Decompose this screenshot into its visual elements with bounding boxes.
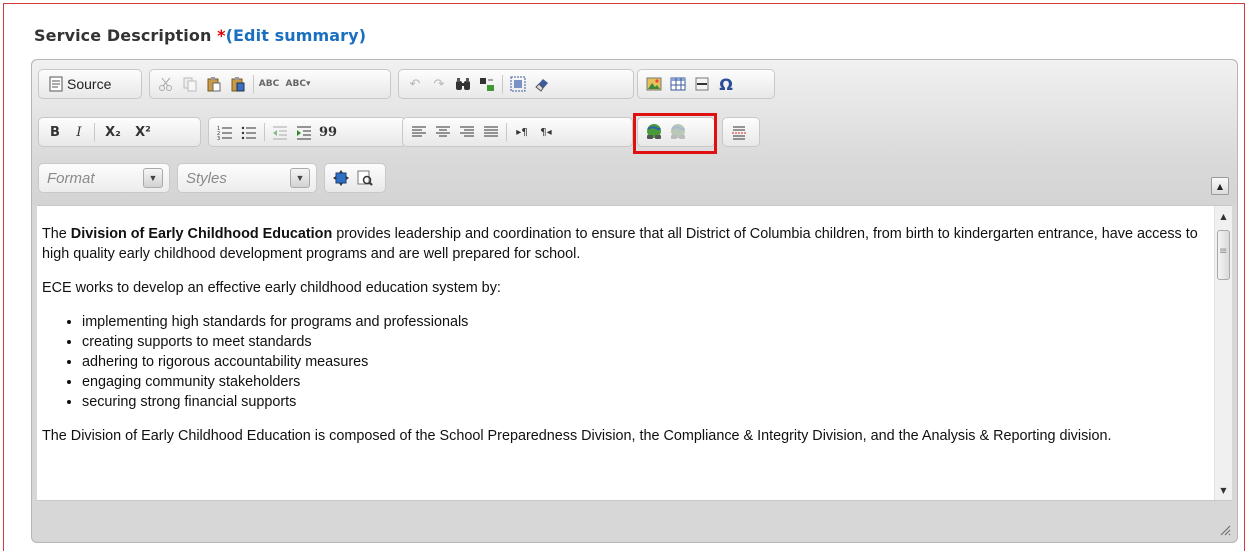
editor-content-area[interactable]: The Division of Early Childhood Educatio… [37, 205, 1232, 501]
cut-icon[interactable] [154, 72, 178, 96]
separator [506, 123, 507, 141]
toolbar-group-clipboard: ABC ABC ▾ [149, 69, 391, 99]
highlighted-link-tools [633, 113, 717, 154]
collapse-toolbar-button[interactable]: ▲ [1211, 177, 1229, 195]
align-left-icon[interactable] [407, 120, 431, 144]
justify-icon[interactable] [479, 120, 503, 144]
separator [264, 123, 265, 141]
table-icon[interactable] [666, 72, 690, 96]
source-icon [49, 76, 63, 92]
numbered-list-icon[interactable]: 123 [213, 120, 237, 144]
scroll-thumb[interactable] [1217, 230, 1230, 280]
format-placeholder: Format [47, 169, 95, 187]
toolbar-group-basic-styles: B I X₂ X² [38, 117, 201, 147]
toolbar-group-editing: ↶ ↷ [398, 69, 634, 99]
replace-icon[interactable] [475, 72, 499, 96]
list-item: securing strong financial supports [82, 392, 1202, 412]
show-blocks-icon[interactable] [353, 166, 377, 190]
field-label-text: Service Description [34, 26, 218, 45]
italic-icon[interactable]: I [67, 120, 91, 144]
separator [94, 123, 95, 141]
outdent-icon[interactable] [268, 120, 292, 144]
text-direction-ltr-icon[interactable]: ▸¶ [510, 120, 534, 144]
align-right-icon[interactable] [455, 120, 479, 144]
bold-division-name: Division of Early Childhood Education [70, 226, 333, 242]
subscript-icon[interactable]: X₂ [98, 120, 128, 144]
horizontal-rule-icon[interactable] [690, 72, 714, 96]
blockquote-icon[interactable]: 99 [316, 120, 340, 144]
paste-icon[interactable] [202, 72, 226, 96]
align-center-icon[interactable] [431, 120, 455, 144]
maximize-icon[interactable] [329, 166, 353, 190]
toolbar-group-source: Source [38, 69, 142, 99]
special-char-icon[interactable]: Ω [714, 72, 738, 96]
copy-icon[interactable] [178, 72, 202, 96]
superscript-icon[interactable]: X² [128, 120, 158, 144]
resize-grip-icon[interactable] [1219, 524, 1231, 536]
page-break-icon[interactable] [727, 120, 751, 144]
svg-text:3: 3 [217, 136, 220, 140]
paragraph-3: The Division of Early Childhood Educatio… [42, 428, 1112, 444]
editor-text: The Division of Early Childhood Educatio… [42, 224, 1202, 460]
vertical-scrollbar[interactable]: ▲ ▼ [1214, 206, 1232, 500]
scroll-down-icon[interactable]: ▼ [1215, 482, 1232, 498]
paren-close: ) [358, 26, 367, 45]
bullet-list: implementing high standards for programs… [42, 312, 1202, 412]
required-marker: * [217, 26, 226, 45]
list-item: engaging community stakeholders [82, 372, 1202, 392]
editor-toolbar: Source ABC ABC ▾ ↶ ↷ Ω B I X₂ X² 1 2 3 9… [32, 60, 1237, 205]
text-direction-rtl-icon[interactable]: ¶◂ [534, 120, 558, 144]
list-item: implementing high standards for programs… [82, 312, 1202, 332]
edit-summary-link[interactable]: Edit summary [233, 26, 359, 45]
toolbar-group-tools [324, 163, 386, 193]
toolbar-group-page-break [722, 117, 760, 147]
spellcheck-icon[interactable]: ABC [257, 72, 281, 96]
chevron-down-icon: ▼ [290, 168, 310, 188]
paste-text-icon[interactable] [226, 72, 250, 96]
format-dropdown[interactable]: Format ▼ [38, 163, 170, 193]
toolbar-group-alignment: ▸¶ ¶◂ [402, 117, 633, 147]
list-item: adhering to rigorous accountability meas… [82, 352, 1202, 372]
undo-icon[interactable]: ↶ [403, 72, 427, 96]
separator [502, 75, 503, 93]
styles-placeholder: Styles [186, 169, 227, 187]
rich-text-editor: Source ABC ABC ▾ ↶ ↷ Ω B I X₂ X² 1 2 3 9… [31, 59, 1238, 543]
source-label: Source [67, 76, 112, 92]
paragraph-1: The Division of Early Childhood Educatio… [42, 226, 1198, 262]
source-button[interactable]: Source [43, 76, 117, 92]
bulleted-list-icon[interactable] [237, 120, 261, 144]
field-label: Service Description *(Edit summary) [34, 26, 366, 45]
toolbar-group-lists: 123 99 [208, 117, 406, 147]
paren-open: ( [225, 26, 234, 45]
bold-icon[interactable]: B [43, 120, 67, 144]
select-all-icon[interactable] [506, 72, 530, 96]
paragraph-2: ECE works to develop an effective early … [42, 280, 501, 296]
find-icon[interactable] [451, 72, 475, 96]
toolbar-group-insert: Ω [637, 69, 775, 99]
indent-icon[interactable] [292, 120, 316, 144]
scroll-up-icon[interactable]: ▲ [1215, 208, 1232, 224]
remove-format-icon[interactable] [530, 72, 554, 96]
redo-icon[interactable]: ↷ [427, 72, 451, 96]
separator [253, 75, 254, 93]
styles-dropdown[interactable]: Styles ▼ [177, 163, 317, 193]
image-icon[interactable] [642, 72, 666, 96]
chevron-down-icon: ▼ [143, 168, 163, 188]
spellcheck-as-you-type-icon[interactable]: ABC ▾ [281, 72, 315, 96]
list-item: creating supports to meet standards [82, 332, 1202, 352]
